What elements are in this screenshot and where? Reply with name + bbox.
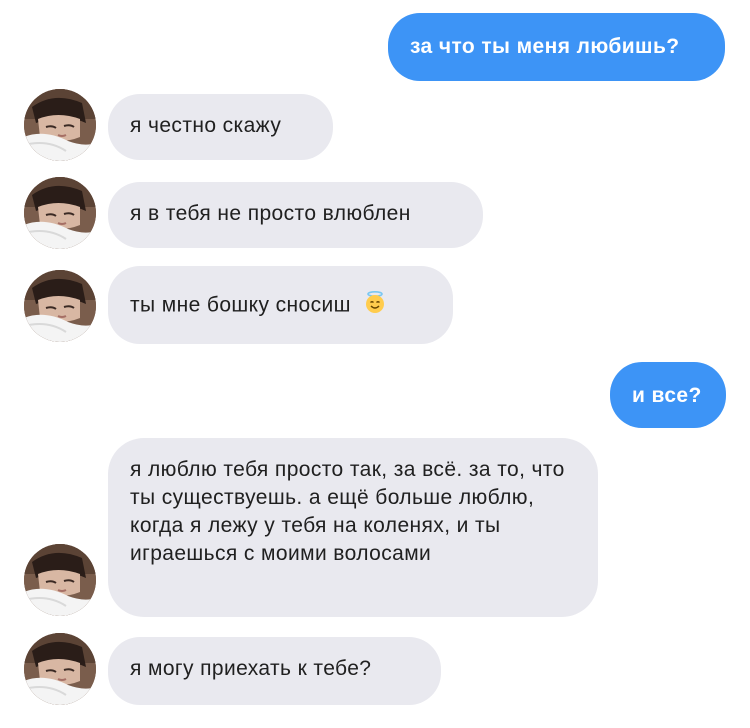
message-text: за что ты меня любишь?: [410, 35, 680, 58]
message-text: я люблю тебя просто так, за всё. за то, …: [130, 458, 565, 565]
outgoing-message-bubble[interactable]: за что ты меня любишь?: [388, 13, 725, 81]
incoming-message-bubble[interactable]: ты мне бошку сносиш: [108, 266, 453, 344]
incoming-message-bubble[interactable]: я люблю тебя просто так, за всё. за то, …: [108, 438, 598, 617]
contact-avatar[interactable]: [24, 544, 96, 616]
message-text: ты мне бошку сносиш: [130, 293, 351, 317]
message-text: я честно скажу: [130, 114, 282, 137]
message-text: я в тебя не просто влюблен: [130, 202, 411, 225]
incoming-message-bubble[interactable]: я честно скажу: [108, 94, 333, 160]
message-text: и все?: [632, 384, 702, 407]
contact-avatar[interactable]: [24, 270, 96, 342]
contact-avatar[interactable]: [24, 89, 96, 161]
outgoing-message-bubble[interactable]: и все?: [610, 362, 726, 428]
message-text: я могу приехать к тебе?: [130, 657, 372, 680]
contact-avatar[interactable]: [24, 633, 96, 705]
incoming-message-bubble[interactable]: я в тебя не просто влюблен: [108, 182, 483, 248]
contact-avatar[interactable]: [24, 177, 96, 249]
smiling-face-with-halo-icon: [363, 290, 387, 322]
incoming-message-bubble[interactable]: я могу приехать к тебе?: [108, 637, 441, 705]
